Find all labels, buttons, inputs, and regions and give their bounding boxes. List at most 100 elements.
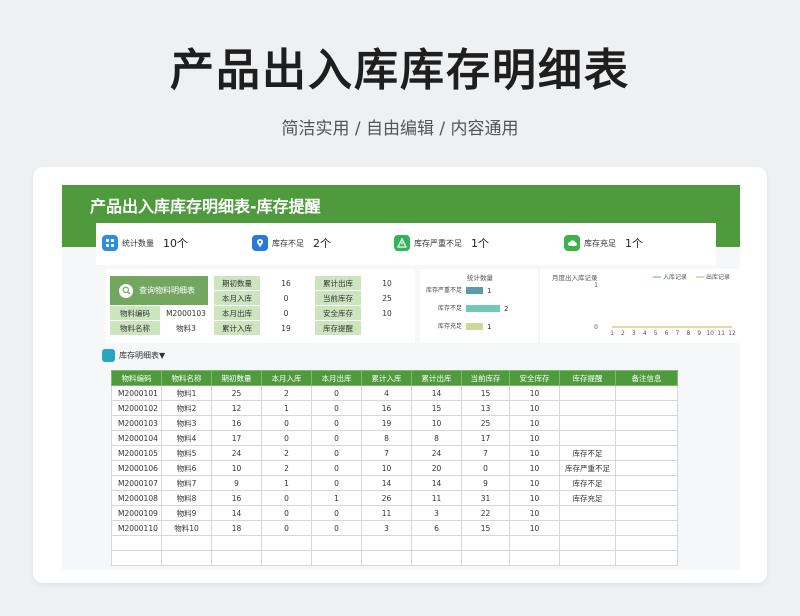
table-cell[interactable] [559, 400, 616, 416]
table-cell[interactable]: 物料6 [161, 460, 212, 476]
table-cell[interactable]: 14 [411, 475, 462, 491]
table-cell[interactable] [311, 535, 362, 551]
table-row[interactable]: M2000109 物料9 14 0 0 11 3 22 10 [111, 505, 678, 521]
table-cell[interactable]: 物料5 [161, 445, 212, 461]
table-cell[interactable]: 10 [509, 430, 560, 446]
table-cell[interactable] [615, 475, 678, 491]
table-cell[interactable]: 0 [311, 505, 362, 521]
table-cell[interactable]: 库存充足 [559, 490, 616, 506]
table-cell[interactable]: 1 [311, 490, 362, 506]
column-header[interactable]: 安全库存 [509, 370, 560, 386]
table-cell[interactable]: 0 [311, 475, 362, 491]
table-cell[interactable]: 24 [411, 445, 462, 461]
table-cell[interactable] [411, 550, 462, 566]
table-cell[interactable]: 26 [361, 490, 412, 506]
table-cell[interactable]: 3 [411, 505, 462, 521]
column-header[interactable]: 物料名称 [161, 370, 212, 386]
table-cell[interactable]: 9 [461, 475, 510, 491]
table-cell[interactable]: M2000101 [111, 385, 162, 401]
table-cell[interactable] [615, 535, 678, 551]
table-cell[interactable] [311, 550, 362, 566]
table-cell[interactable]: 17 [461, 430, 510, 446]
table-cell[interactable]: 2 [261, 460, 312, 476]
table-cell[interactable]: 0 [311, 445, 362, 461]
table-row[interactable]: M2000102 物料2 12 1 0 16 15 13 10 [111, 400, 678, 416]
table-cell[interactable]: 7 [361, 445, 412, 461]
table-cell[interactable] [361, 550, 412, 566]
table-row[interactable]: M2000105 物料5 24 2 0 7 24 7 10 库存不足 [111, 445, 678, 461]
table-row[interactable]: M2000103 物料3 16 0 0 19 10 25 10 [111, 415, 678, 431]
table-cell[interactable]: 10 [509, 445, 560, 461]
table-cell[interactable] [461, 550, 510, 566]
table-cell[interactable] [211, 550, 262, 566]
table-cell[interactable] [559, 520, 616, 536]
column-header[interactable]: 累计入库 [361, 370, 412, 386]
table-cell[interactable]: 10 [509, 385, 560, 401]
table-cell[interactable]: 22 [461, 505, 510, 521]
table-cell[interactable]: 物料9 [161, 505, 212, 521]
table-cell[interactable] [559, 385, 616, 401]
table-cell[interactable]: 库存严重不足 [559, 460, 616, 476]
table-cell[interactable]: 7 [461, 445, 510, 461]
table-cell[interactable] [559, 505, 616, 521]
table-cell[interactable]: 0 [311, 415, 362, 431]
table-cell[interactable]: 6 [411, 520, 462, 536]
table-cell[interactable]: 0 [311, 385, 362, 401]
table-cell[interactable]: M2000105 [111, 445, 162, 461]
column-header[interactable]: 当前库存 [461, 370, 510, 386]
table-cell[interactable]: 10 [509, 505, 560, 521]
column-header[interactable]: 备注信息 [615, 370, 678, 386]
table-row[interactable]: M2000110 物料10 18 0 0 3 6 15 10 [111, 520, 678, 536]
table-cell[interactable] [615, 400, 678, 416]
table-cell[interactable]: 0 [311, 520, 362, 536]
table-cell[interactable]: 14 [411, 385, 462, 401]
table-cell[interactable]: 20 [411, 460, 462, 476]
table-cell[interactable] [211, 535, 262, 551]
table-cell[interactable]: 物料4 [161, 430, 212, 446]
table-cell[interactable]: 0 [311, 400, 362, 416]
table-cell[interactable]: 11 [361, 505, 412, 521]
table-cell[interactable] [161, 550, 212, 566]
table-cell[interactable] [411, 535, 462, 551]
table-cell[interactable]: 9 [211, 475, 262, 491]
table-row[interactable] [111, 550, 678, 566]
table-cell[interactable]: M2000102 [111, 400, 162, 416]
table-cell[interactable]: 10 [509, 520, 560, 536]
table-cell[interactable]: 14 [211, 505, 262, 521]
table-cell[interactable]: 0 [261, 520, 312, 536]
table-cell[interactable]: 库存不足 [559, 445, 616, 461]
table-cell[interactable]: 11 [411, 490, 462, 506]
table-cell[interactable]: 2 [261, 385, 312, 401]
table-cell[interactable] [161, 535, 212, 551]
table-cell[interactable] [615, 445, 678, 461]
table-cell[interactable]: M2000109 [111, 505, 162, 521]
table-row[interactable]: M2000104 物料4 17 0 0 8 8 17 10 [111, 430, 678, 446]
table-cell[interactable] [615, 430, 678, 446]
table-cell[interactable]: 物料2 [161, 400, 212, 416]
table-cell[interactable]: 物料8 [161, 490, 212, 506]
table-cell[interactable] [559, 550, 616, 566]
table-cell[interactable]: 物料10 [161, 520, 212, 536]
table-row[interactable]: M2000107 物料7 9 1 0 14 14 9 10 库存不足 [111, 475, 678, 491]
table-cell[interactable]: 0 [461, 460, 510, 476]
table-cell[interactable]: 15 [461, 520, 510, 536]
table-cell[interactable] [615, 490, 678, 506]
table-cell[interactable]: 0 [261, 490, 312, 506]
table-cell[interactable]: 10 [509, 460, 560, 476]
table-cell[interactable]: 12 [211, 400, 262, 416]
table-cell[interactable]: 库存不足 [559, 475, 616, 491]
column-header[interactable]: 本月入库 [261, 370, 312, 386]
table-cell[interactable] [615, 520, 678, 536]
table-cell[interactable]: 10 [509, 400, 560, 416]
table-cell[interactable]: 25 [211, 385, 262, 401]
table-cell[interactable] [615, 385, 678, 401]
table-cell[interactable] [111, 550, 162, 566]
column-header[interactable]: 累计出库 [411, 370, 462, 386]
table-cell[interactable]: 4 [361, 385, 412, 401]
table-cell[interactable]: M2000110 [111, 520, 162, 536]
table-cell[interactable]: 2 [261, 445, 312, 461]
table-cell[interactable] [509, 550, 560, 566]
table-cell[interactable] [509, 535, 560, 551]
table-cell[interactable] [361, 535, 412, 551]
table-cell[interactable]: 0 [261, 415, 312, 431]
